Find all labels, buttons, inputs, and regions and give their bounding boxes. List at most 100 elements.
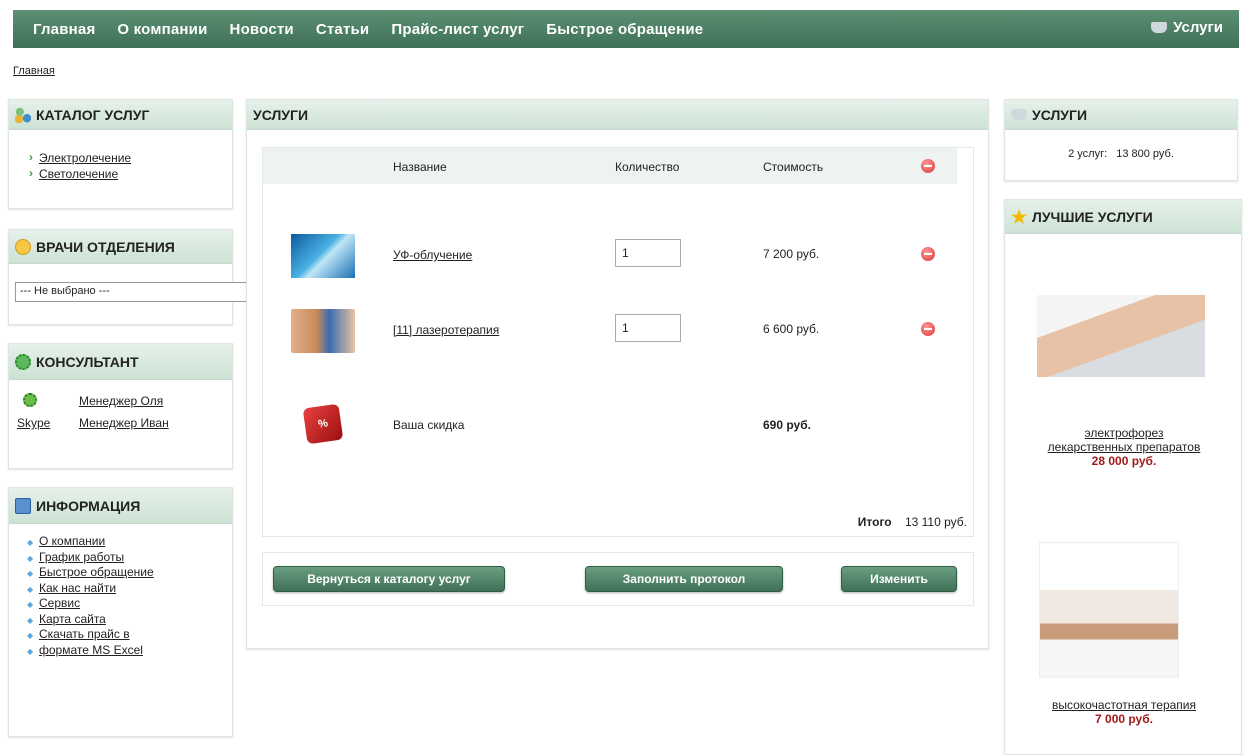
- info-link[interactable]: формате MS Excel: [39, 643, 143, 657]
- online-status-icon: [23, 392, 37, 407]
- change-button[interactable]: Изменить: [841, 566, 957, 592]
- list-item[interactable]: Сервис: [27, 596, 232, 612]
- summary-panel: УСЛУГИ 2 услуг: 13 800 руб.: [1004, 99, 1238, 181]
- best-item-price: 7 000 руб.: [1095, 712, 1153, 726]
- col-name: Название: [393, 160, 447, 174]
- total-row: Итого 13 110 руб.: [858, 515, 967, 529]
- quantity-input[interactable]: 1: [615, 314, 681, 342]
- doctor-select-value: --- Не выбрано ---: [20, 285, 110, 297]
- nav-news[interactable]: Новости: [230, 21, 294, 38]
- top-navigation: Главная О компании Новости Статьи Прайс-…: [13, 10, 1239, 48]
- catalog-link[interactable]: Светолечение: [39, 167, 118, 181]
- nav-about[interactable]: О компании: [117, 21, 207, 38]
- hf-therapy-image[interactable]: [1039, 542, 1179, 678]
- uv-thumbnail: [291, 234, 355, 278]
- info-link[interactable]: Карта сайта: [39, 612, 106, 626]
- summary-count: 2 услуг:: [1068, 148, 1108, 160]
- best-item-link[interactable]: лекарственных препаратов: [1048, 440, 1201, 454]
- book-icon: [15, 497, 31, 514]
- info-link[interactable]: Быстрое обращение: [39, 565, 154, 579]
- skype-link[interactable]: Skype: [17, 416, 67, 430]
- info-link[interactable]: О компании: [39, 534, 105, 548]
- col-cost: Стоимость: [763, 160, 824, 174]
- service-link[interactable]: УФ-облучение: [393, 248, 472, 262]
- total-value: 13 110 руб.: [904, 515, 967, 529]
- nav-articles[interactable]: Статьи: [316, 21, 370, 38]
- best-item: высокочастотная терапия 7 000 руб.: [1005, 698, 1243, 726]
- best-item-link[interactable]: электрофорез: [1085, 426, 1164, 440]
- best-panel: ★ ЛУЧШИЕ УСЛУГИ электрофорез лекарственн…: [1004, 199, 1242, 755]
- list-item[interactable]: Светолечение: [9, 165, 232, 182]
- cart-panel: УСЛУГИ Название Количество Стоимость УФ-…: [246, 99, 989, 649]
- info-link[interactable]: Как нас найти: [39, 581, 116, 595]
- consultant-link[interactable]: Менеджер Иван: [79, 416, 169, 430]
- info-link[interactable]: График работы: [39, 550, 124, 564]
- star-icon: ★: [1011, 206, 1028, 227]
- sitemap-icon: [15, 106, 31, 123]
- service-link[interactable]: [11] лазеротерапия: [393, 323, 499, 337]
- table-row: УФ-облучение 1 7 200 руб.: [263, 234, 975, 278]
- best-item-link[interactable]: высокочастотная терапия: [1052, 698, 1196, 712]
- consultant-header: КОНСУЛЬТАНТ: [9, 344, 232, 380]
- list-item-continued[interactable]: формате MS Excel: [27, 643, 232, 659]
- nav-cart-link[interactable]: Услуги: [1151, 19, 1223, 36]
- electrophoresis-image[interactable]: [1037, 295, 1205, 377]
- total-label: Итого: [857, 515, 892, 529]
- table-row: [11] лазеротерапия 1 6 600 руб.: [263, 309, 975, 353]
- list-item[interactable]: График работы: [27, 550, 232, 566]
- doctors-header: ВРАЧИ ОТДЕЛЕНИЯ: [9, 230, 232, 264]
- doctor-select[interactable]: --- Не выбрано ---: [15, 282, 254, 302]
- nav-home[interactable]: Главная: [33, 21, 95, 38]
- quantity-input[interactable]: 1: [615, 239, 681, 267]
- info-link[interactable]: Скачать прайс в: [39, 627, 130, 641]
- consultant-link[interactable]: Менеджер Оля: [79, 394, 163, 408]
- doctors-panel: ВРАЧИ ОТДЕЛЕНИЯ --- Не выбрано ---: [8, 229, 254, 325]
- catalog-header: КАТАЛОГ УСЛУГ: [9, 100, 232, 130]
- summary-title: УСЛУГИ: [1032, 106, 1088, 123]
- cart-icon: [1011, 109, 1027, 120]
- list-item[interactable]: Электролечение: [9, 149, 232, 166]
- summary-header: УСЛУГИ: [1005, 100, 1237, 130]
- clear-all-icon[interactable]: [921, 159, 935, 173]
- list-item[interactable]: Скачать прайс в: [27, 627, 232, 643]
- status-cell: [17, 392, 67, 410]
- back-to-catalog-button[interactable]: Вернуться к каталогу услуг: [273, 566, 505, 592]
- summary-line: 2 услуг: 13 800 руб.: [1005, 130, 1237, 160]
- best-header: ★ ЛУЧШИЕ УСЛУГИ: [1005, 200, 1241, 234]
- row-price: 6 600 руб.: [763, 322, 820, 336]
- breadcrumb[interactable]: Главная: [13, 65, 55, 77]
- catalog-link[interactable]: Электролечение: [39, 151, 131, 165]
- cart-table: Название Количество Стоимость УФ-облучен…: [262, 147, 974, 537]
- discount-dice-icon: %: [302, 403, 344, 445]
- button-bar: Вернуться к каталогу услуг Заполнить про…: [262, 552, 974, 606]
- best-item-price: 28 000 руб.: [1091, 454, 1157, 468]
- doctors-title: ВРАЧИ ОТДЕЛЕНИЯ: [36, 238, 175, 255]
- info-header: ИНФОРМАЦИЯ: [9, 488, 232, 524]
- list-item[interactable]: Карта сайта: [27, 612, 232, 628]
- summary-sum: 13 800 руб.: [1116, 148, 1174, 160]
- info-list: О компании График работы Быстрое обращен…: [9, 524, 232, 658]
- list-item[interactable]: Быстрое обращение: [27, 565, 232, 581]
- consultant-row: Менеджер Оля: [17, 390, 232, 412]
- gear-icon: [15, 353, 31, 370]
- consultant-row: Skype Менеджер Иван: [17, 412, 232, 434]
- fill-protocol-button[interactable]: Заполнить протокол: [585, 566, 783, 592]
- best-item: электрофорез лекарственных препаратов 28…: [1005, 426, 1243, 468]
- list-item[interactable]: О компании: [27, 534, 232, 550]
- table-header: Название Количество Стоимость: [263, 148, 957, 184]
- consultant-panel: КОНСУЛЬТАНТ Менеджер Оля Skype Менеджер …: [8, 343, 233, 469]
- info-link[interactable]: Сервис: [39, 596, 80, 610]
- list-item[interactable]: Как нас найти: [27, 581, 232, 597]
- best-title: ЛУЧШИЕ УСЛУГИ: [1032, 208, 1153, 225]
- nav-pricelist[interactable]: Прайс-лист услуг: [391, 21, 524, 38]
- nav-quick-request[interactable]: Быстрое обращение: [546, 21, 703, 38]
- row-price: 7 200 руб.: [763, 247, 820, 261]
- info-title: ИНФОРМАЦИЯ: [36, 497, 141, 514]
- remove-icon[interactable]: [921, 322, 935, 336]
- remove-icon[interactable]: [921, 247, 935, 261]
- cart-title: УСЛУГИ: [253, 106, 309, 123]
- consultant-title: КОНСУЛЬТАНТ: [36, 353, 139, 370]
- cart-header: УСЛУГИ: [247, 100, 988, 130]
- catalog-title: КАТАЛОГ УСЛУГ: [36, 106, 150, 123]
- catalog-panel: КАТАЛОГ УСЛУГ Электролечение Светолечени…: [8, 99, 233, 209]
